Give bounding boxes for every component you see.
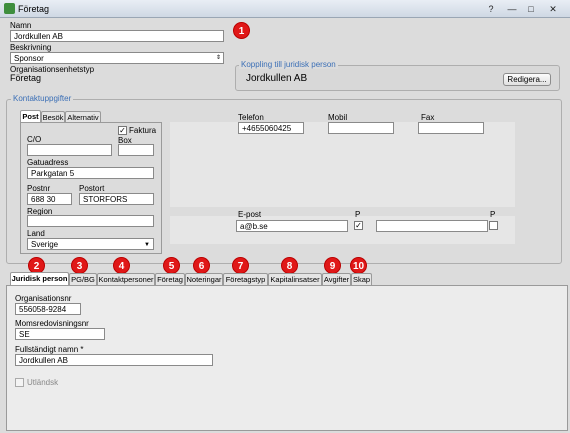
tab-kontaktpersoner[interactable]: Kontaktpersoner — [97, 273, 155, 285]
box-input[interactable] — [118, 144, 154, 156]
legal-link-name: Jordkullen AB — [246, 73, 308, 84]
phone-label: Telefon — [238, 113, 264, 122]
minimize-button[interactable]: — — [505, 3, 519, 15]
foreign-label: Utländsk — [27, 378, 59, 387]
primary-label-2: P — [490, 210, 496, 219]
tab-juridisk-person[interactable]: Juridisk person — [10, 272, 69, 285]
chevron-down-icon[interactable]: ▼ — [144, 240, 150, 249]
moms-label: Momsredovisningsnr — [15, 319, 89, 328]
badge-7: 7 — [232, 257, 249, 274]
city-label: Postort — [79, 184, 105, 193]
tab-skap[interactable]: Skap — [351, 273, 372, 285]
tab-foretagstyp[interactable]: Företagstyp — [223, 273, 268, 285]
badge-10: 10 — [350, 257, 367, 274]
co-label: C/O — [27, 135, 42, 144]
help-button[interactable]: ? — [484, 3, 498, 15]
maximize-button[interactable]: □ — [524, 3, 538, 15]
primary-label-1: P — [355, 210, 361, 219]
phone-panel — [170, 122, 515, 207]
street-label: Gatuadress — [27, 158, 69, 167]
orgnr-input[interactable]: 556058-9284 — [15, 303, 81, 315]
orgnr-label: Organisationsnr — [15, 294, 72, 303]
email-label: E-post — [238, 210, 262, 219]
contact-legend: Kontaktuppgifter — [11, 94, 74, 103]
edit-button[interactable]: Redigera... — [503, 73, 551, 86]
faktura-label: Faktura — [129, 126, 157, 135]
region-input[interactable] — [27, 215, 154, 227]
window-title: Företag — [18, 4, 50, 14]
zip-label: Postnr — [27, 184, 51, 193]
tab-avgifter[interactable]: Avgifter — [322, 273, 351, 285]
primary-checkbox-2[interactable] — [489, 221, 498, 230]
tab-noteringar[interactable]: Noteringar — [185, 273, 223, 285]
fullname-label: Fullständigt namn * — [15, 345, 84, 354]
badge-4: 4 — [113, 257, 130, 274]
badge-9: 9 — [324, 257, 341, 274]
tab-kapitalinsatser[interactable]: Kapitalinsatser — [268, 273, 322, 285]
description-input[interactable]: Sponsor ⇕ — [10, 52, 224, 64]
mobile-label: Mobil — [328, 113, 348, 122]
description-value: Sponsor — [14, 54, 44, 63]
badge-6: 6 — [193, 257, 210, 274]
city-input[interactable]: STORFORS — [79, 193, 154, 205]
title-bar: Företag ? — □ ✕ — [0, 0, 570, 18]
faktura-checkbox[interactable]: ✓ — [118, 126, 127, 135]
description-label: Beskrivning — [10, 43, 52, 52]
email-input-2[interactable] — [376, 220, 488, 232]
orgtype-value: Företag — [10, 73, 42, 83]
mobile-input[interactable] — [328, 122, 394, 134]
fullname-input[interactable]: Jordkullen AB — [15, 354, 213, 366]
badge-1: 1 — [233, 22, 250, 39]
moms-input[interactable]: SE — [15, 328, 105, 340]
phone-input[interactable]: +4655060425 — [238, 122, 304, 134]
country-value: Sverige — [31, 240, 59, 249]
spinner-icon[interactable]: ⇕ — [216, 53, 221, 63]
foreign-checkbox[interactable] — [15, 378, 24, 387]
badge-5: 5 — [163, 257, 180, 274]
email-input[interactable]: a@b.se — [236, 220, 348, 232]
name-label: Namn — [10, 21, 32, 30]
badge-3: 3 — [71, 257, 88, 274]
legal-link-legend: Koppling till juridisk person — [239, 60, 338, 69]
tab-pg-bg[interactable]: PG/BG — [69, 273, 97, 285]
close-button[interactable]: ✕ — [546, 3, 560, 15]
name-input[interactable]: Jordkullen AB — [10, 30, 224, 42]
tab-foretag[interactable]: Företag — [155, 273, 185, 285]
fax-input[interactable] — [418, 122, 484, 134]
country-select[interactable]: Sverige ▼ — [27, 238, 154, 250]
street-input[interactable]: Parkgatan 5 — [27, 167, 154, 179]
country-label: Land — [27, 229, 45, 238]
fax-label: Fax — [421, 113, 435, 122]
co-input[interactable] — [27, 144, 112, 156]
badge-8: 8 — [281, 257, 298, 274]
app-icon — [4, 3, 15, 14]
primary-checkbox-1[interactable]: ✓ — [354, 221, 363, 230]
zip-input[interactable]: 688 30 — [27, 193, 72, 205]
